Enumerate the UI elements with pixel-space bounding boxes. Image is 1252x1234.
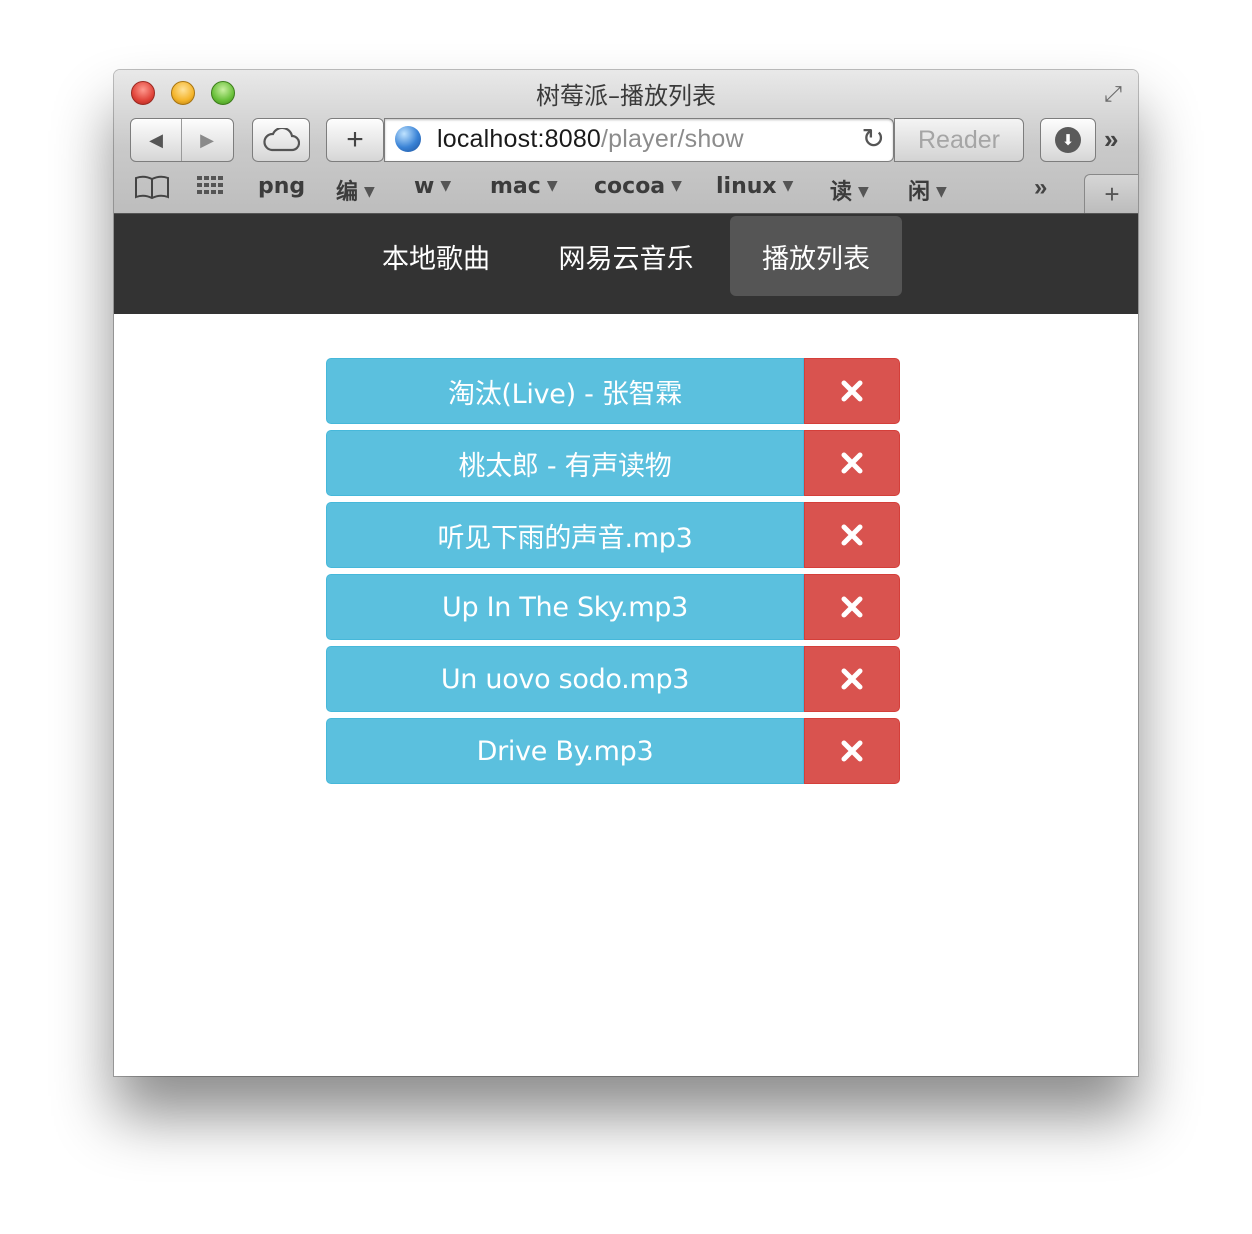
page-content: 淘汰(Live) - 张智霖 桃太郎 - 有声读物 听见下雨的声音.mp3 Up… (114, 314, 1138, 1076)
bookmark-folder-du[interactable]: 读 ▼ (830, 174, 869, 206)
new-tab-button[interactable]: + (1084, 174, 1138, 213)
song-play-button[interactable]: 桃太郎 - 有声读物 (326, 430, 804, 496)
close-icon (841, 668, 863, 690)
song-play-button[interactable]: Un uovo sodo.mp3 (326, 646, 804, 712)
forward-button[interactable]: ▶ (182, 119, 232, 161)
playlist: 淘汰(Live) - 张智霖 桃太郎 - 有声读物 听见下雨的声音.mp3 Up… (326, 358, 900, 790)
reader-button[interactable]: Reader (894, 118, 1024, 162)
close-icon (841, 596, 863, 618)
close-icon (841, 380, 863, 402)
chevron-down-icon: ▼ (936, 184, 947, 200)
back-button[interactable]: ◀ (131, 119, 182, 161)
back-forward-group: ◀ ▶ (130, 118, 234, 162)
plus-icon: + (346, 123, 364, 156)
reload-icon[interactable]: ↻ (862, 122, 885, 155)
top-sites-icon[interactable] (196, 174, 228, 205)
bookmark-folder-xian[interactable]: 闲 ▼ (908, 174, 947, 206)
bookmarks-bar: png 编 ▼ w ▼ mac ▼ cocoa ▼ linux ▼ 读 ▼ 闲 ▼ » (114, 170, 1138, 208)
url-path: /player/show (601, 125, 744, 153)
globe-icon (395, 126, 421, 152)
browser-window: 树莓派–播放列表 ⤢ ◀ ▶ + localhost:8080/player/s… (114, 70, 1138, 1076)
song-play-button[interactable]: Up In The Sky.mp3 (326, 574, 804, 640)
address-bar[interactable]: localhost:8080/player/show ↻ (384, 118, 894, 162)
url-text[interactable]: localhost:8080/player/show (437, 125, 744, 154)
list-item: 桃太郎 - 有声读物 (326, 430, 900, 498)
site-navbar: 本地歌曲 网易云音乐 播放列表 (114, 214, 1138, 314)
remove-song-button[interactable] (804, 718, 900, 784)
bookmark-png[interactable]: png (258, 174, 305, 199)
toolbar-overflow-icon[interactable]: » (1104, 124, 1118, 155)
remove-song-button[interactable] (804, 646, 900, 712)
bookmark-folder-cocoa[interactable]: cocoa ▼ (594, 174, 682, 199)
chevron-down-icon: ▼ (364, 184, 375, 200)
close-icon (841, 524, 863, 546)
song-play-button[interactable]: Drive By.mp3 (326, 718, 804, 784)
url-host: localhost:8080 (437, 125, 602, 153)
list-item: 淘汰(Live) - 张智霖 (326, 358, 900, 426)
back-arrow-icon: ◀ (149, 129, 163, 150)
close-icon (841, 740, 863, 762)
plus-icon: + (1104, 178, 1120, 209)
window-title: 树莓派–播放列表 (536, 82, 716, 110)
close-icon (841, 452, 863, 474)
chevron-down-icon: ▼ (546, 178, 558, 194)
remove-song-button[interactable] (804, 430, 900, 496)
chevron-down-icon: ▼ (440, 178, 452, 194)
tab-local-songs[interactable]: 本地歌曲 (358, 216, 514, 296)
fullscreen-icon[interactable]: ⤢ (1098, 79, 1128, 109)
chevron-down-icon: ▼ (782, 178, 794, 194)
list-item: 听见下雨的声音.mp3 (326, 502, 900, 570)
remove-song-button[interactable] (804, 502, 900, 568)
reading-list-icon[interactable] (134, 174, 170, 207)
tab-playlist[interactable]: 播放列表 (730, 216, 902, 296)
list-item: Drive By.mp3 (326, 718, 900, 786)
icloud-tabs-button[interactable] (252, 118, 310, 162)
song-play-button[interactable]: 听见下雨的声音.mp3 (326, 502, 804, 568)
remove-song-button[interactable] (804, 358, 900, 424)
download-icon: ⬇ (1055, 127, 1081, 153)
bookmark-folder-mac[interactable]: mac ▼ (490, 174, 558, 199)
cloud-icon (263, 128, 300, 152)
tab-netease-music[interactable]: 网易云音乐 (538, 216, 714, 296)
bookmark-folder-linux[interactable]: linux ▼ (716, 174, 793, 199)
bookmark-folder-w[interactable]: w ▼ (414, 174, 451, 199)
browser-chrome: 树莓派–播放列表 ⤢ ◀ ▶ + localhost:8080/player/s… (114, 70, 1138, 214)
forward-arrow-icon: ▶ (200, 129, 214, 150)
chevron-down-icon: ▼ (858, 184, 869, 200)
chevron-down-icon: ▼ (671, 178, 682, 194)
list-item: Un uovo sodo.mp3 (326, 646, 900, 714)
bookmark-folder-bian[interactable]: 编 ▼ (336, 174, 375, 206)
downloads-button[interactable]: ⬇ (1040, 118, 1096, 162)
bookmarks-overflow-icon[interactable]: » (1034, 174, 1047, 202)
song-play-button[interactable]: 淘汰(Live) - 张智霖 (326, 358, 804, 424)
add-bookmark-button[interactable]: + (326, 118, 384, 162)
list-item: Up In The Sky.mp3 (326, 574, 900, 642)
remove-song-button[interactable] (804, 574, 900, 640)
